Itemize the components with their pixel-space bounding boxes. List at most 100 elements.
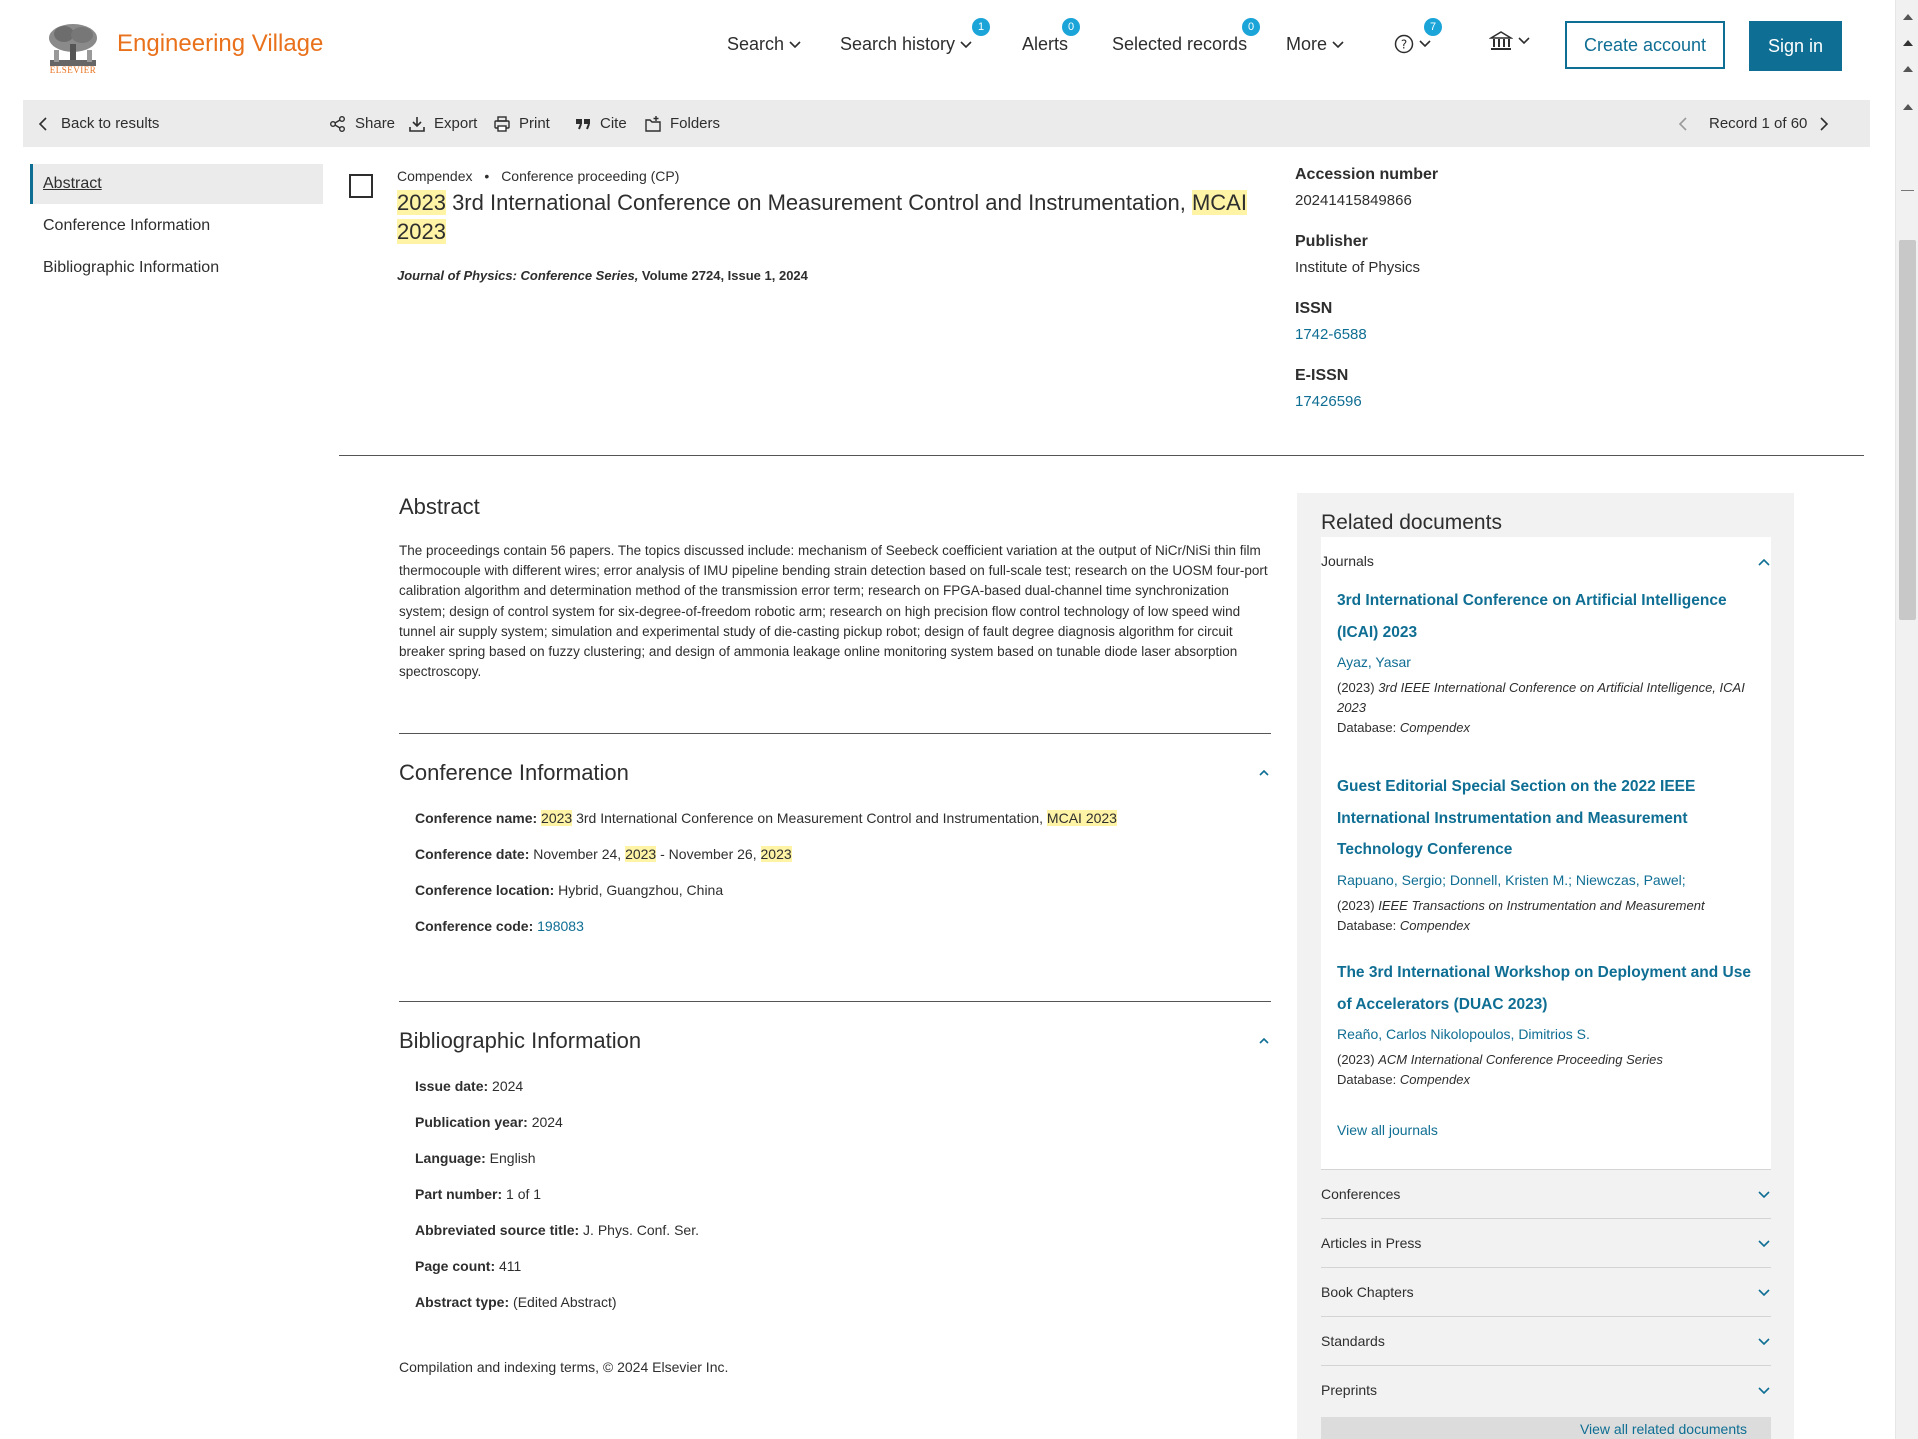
conference-name-highlight: MCAI <box>1046 810 1082 826</box>
section-nav: Abstract Conference Information Bibliogr… <box>30 164 323 290</box>
section-nav-abstract[interactable]: Abstract <box>30 164 323 204</box>
chevron-down-icon <box>1758 1191 1770 1199</box>
related-category-conferences[interactable]: Conferences <box>1321 1169 1771 1218</box>
scroll-thumb[interactable] <box>1899 240 1916 620</box>
scroll-page-up-icon[interactable] <box>1903 66 1913 72</box>
related-journal-authors[interactable]: Rapuano, Sergio; Donnell, Kristen M.; Ni… <box>1337 872 1757 888</box>
conference-name-label: Conference name: <box>415 810 538 826</box>
nav-institution[interactable] <box>1489 30 1531 52</box>
create-account-button[interactable]: Create account <box>1565 21 1725 69</box>
page-scrollbar[interactable] <box>1895 0 1918 1439</box>
related-journal-authors[interactable]: Reaño, Carlos Nikolopoulos, Dimitrios S. <box>1337 1026 1757 1042</box>
source-journal: Journal of Physics: Conference Series, <box>397 268 639 283</box>
nav-more[interactable]: More <box>1286 34 1345 55</box>
print-label: Print <box>519 115 550 132</box>
chevron-left-icon <box>38 116 47 131</box>
chevron-down-icon <box>1758 1387 1770 1395</box>
conference-location-label: Conference location: <box>415 882 555 898</box>
chevron-right-icon[interactable] <box>1815 115 1833 133</box>
printer-icon <box>494 115 510 132</box>
related-journal-title-link[interactable]: 3rd International Conference on Artifici… <box>1337 585 1757 648</box>
site-header: ELSEVIER Engineering Village Search Sear… <box>0 0 1895 100</box>
nav-alerts[interactable]: Alerts 0 <box>1022 18 1080 55</box>
related-category-articles-in-press[interactable]: Articles in Press <box>1321 1218 1771 1267</box>
share-button[interactable]: Share <box>329 100 395 147</box>
related-documents-heading: Related documents <box>1321 511 1502 534</box>
conference-code-link[interactable]: 198083 <box>537 918 584 934</box>
category-label: Conferences <box>1321 1186 1401 1202</box>
conference-code-field: Conference code: 198083 <box>415 918 584 934</box>
chevron-up-icon[interactable] <box>1258 1035 1270 1047</box>
source-volume-issue: Volume 2724, Issue 1, 2024 <box>638 268 808 283</box>
help-count-badge: 7 <box>1424 18 1442 36</box>
related-category-preprints[interactable]: Preprints <box>1321 1365 1771 1414</box>
nav-search-history[interactable]: Search history 1 <box>840 18 990 55</box>
part-number-value: 1 of 1 <box>506 1186 542 1202</box>
chevron-down-icon <box>1332 40 1344 48</box>
selected-records-count-badge: 0 <box>1242 18 1260 36</box>
related-journal-title-link[interactable]: The 3rd International Workshop on Deploy… <box>1337 957 1757 1020</box>
issue-date-value: 2024 <box>492 1078 524 1094</box>
nav-selected-records[interactable]: Selected records 0 <box>1112 18 1260 55</box>
abstract-type-value: (Edited Abstract) <box>513 1294 617 1310</box>
select-record-checkbox[interactable] <box>349 174 373 198</box>
export-button[interactable]: Export <box>408 100 477 147</box>
scroll-up-arrow-icon[interactable] <box>1903 40 1913 46</box>
bibliographic-information-heading: Bibliographic Information <box>399 1028 642 1053</box>
related-journal-item: 3rd International Conference on Artifici… <box>1337 585 1757 738</box>
abbreviated-source-label: Abbreviated source title: <box>415 1222 580 1238</box>
share-icon <box>330 115 345 132</box>
abstract-body: The proceedings contain 56 papers. The t… <box>399 543 1268 680</box>
language-value: English <box>489 1150 536 1166</box>
nav-search[interactable]: Search <box>727 34 802 55</box>
print-button[interactable]: Print <box>493 100 550 147</box>
conference-date-highlight: 2023 <box>760 846 792 862</box>
title-text: 3rd International Conference on Measurem… <box>445 190 1192 215</box>
related-journal-source: (2023) ACM International Conference Proc… <box>1337 1052 1663 1087</box>
chevron-up-icon[interactable] <box>1258 767 1270 779</box>
nav-alerts-label: Alerts <box>1022 34 1069 54</box>
abstract-heading: Abstract <box>399 494 480 519</box>
cite-button[interactable]: Cite <box>574 100 627 147</box>
view-all-journals-link[interactable]: View all journals <box>1337 1122 1438 1138</box>
nav-help[interactable]: ? 7 <box>1394 18 1442 54</box>
publisher-label: Publisher <box>1295 233 1368 250</box>
journals-accordion-header[interactable]: Journals <box>1321 537 1771 585</box>
section-divider <box>399 733 1271 734</box>
related-journal-title-link[interactable]: Guest Editorial Special Section on the 2… <box>1337 771 1757 866</box>
scroll-divider <box>1901 190 1914 191</box>
conference-name-field: Conference name: 2023 3rd International … <box>415 810 1117 826</box>
chevron-down-icon <box>789 40 801 48</box>
eissn-link[interactable]: 17426596 <box>1295 393 1362 410</box>
conference-location-field: Conference location: Hybrid, Guangzhou, … <box>415 882 723 898</box>
download-icon <box>409 116 425 132</box>
related-category-book-chapters[interactable]: Book Chapters <box>1321 1267 1771 1316</box>
sign-in-button[interactable]: Sign in <box>1749 21 1842 71</box>
brand-link[interactable]: Engineering Village <box>117 30 323 58</box>
related-category-standards[interactable]: Standards <box>1321 1316 1771 1365</box>
folder-add-icon <box>645 115 661 132</box>
section-nav-bibliographic-information[interactable]: Bibliographic Information <box>30 248 323 288</box>
elsevier-wordmark: ELSEVIER <box>49 65 97 75</box>
quote-icon <box>576 118 590 129</box>
back-to-results-label: Back to results <box>61 115 160 132</box>
nav-selected-records-label: Selected records <box>1112 34 1248 54</box>
folders-button[interactable]: Folders <box>644 100 720 147</box>
abbreviated-source-value: J. Phys. Conf. Ser. <box>583 1222 699 1238</box>
related-journal-authors[interactable]: Ayaz, Yasar <box>1337 654 1757 670</box>
title-highlight: 2023 <box>397 219 446 244</box>
view-all-related-button[interactable]: View all related documents <box>1321 1417 1771 1439</box>
issn-link[interactable]: 1742-6588 <box>1295 326 1367 343</box>
conference-date-start: November 24, <box>533 846 626 862</box>
related-journal-source: (2023) 3rd IEEE International Conference… <box>1337 680 1745 735</box>
conference-date-highlight: 2023 <box>625 846 657 862</box>
back-to-results-link[interactable]: Back to results <box>35 100 159 147</box>
section-nav-conference-information[interactable]: Conference Information <box>30 206 323 246</box>
scroll-up-arrow-icon[interactable] <box>1903 14 1913 20</box>
section-divider <box>339 455 1864 456</box>
alerts-count-badge: 0 <box>1062 18 1080 36</box>
chevron-down-icon <box>1518 37 1530 45</box>
scroll-top-icon[interactable] <box>1903 104 1913 110</box>
chevron-left-icon[interactable] <box>1675 115 1693 133</box>
database-name: Compendex <box>397 168 473 184</box>
